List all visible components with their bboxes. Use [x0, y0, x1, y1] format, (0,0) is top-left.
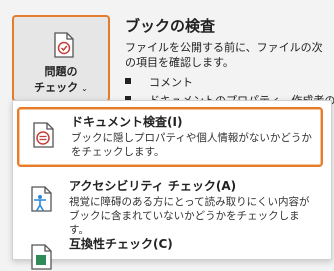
accessibility-icon — [31, 186, 52, 212]
menu-item-title: アクセシビリティ チェック(A) — [69, 179, 237, 193]
info-description: ファイルを公開する前に、ファイルの次の項目を確認します。 — [125, 41, 323, 69]
list-item: コメント — [149, 76, 193, 89]
check-for-issues-button[interactable]: 問題の チェック ⌄ — [12, 15, 110, 102]
menu-item-compatibility[interactable]: 互換性チェック(C) — [17, 231, 323, 270]
backstage-panel: 問題の チェック ⌄ ブックの検査 ファイルを公開する前に、ファイルの次の項目を確… — [0, 0, 334, 270]
menu-item-accessibility[interactable]: アクセシビリティ チェック(A) 視覚に障碍のある方にとって読み取りにくい内容が… — [17, 173, 323, 236]
page-title: ブックの検査 — [125, 17, 216, 35]
menu-item-inspect-document[interactable]: ドキュメント検査(I) ブックに隠しプロパティや個人情報がないかどうかをチェック… — [17, 107, 323, 167]
check-for-issues-menu: ドキュメント検査(I) ブックに隠しプロパティや個人情報がないかどうかをチェック… — [12, 100, 332, 270]
compatibility-icon — [31, 244, 52, 270]
check-button-label-2: チェック ⌄ — [34, 81, 88, 94]
check-button-label-1: 問題の — [44, 65, 78, 78]
chevron-down-icon: ⌄ — [81, 84, 88, 93]
menu-item-title: ドキュメント検査(I) — [71, 115, 183, 129]
document-check-icon — [54, 32, 74, 58]
menu-item-title: 互換性チェック(C) — [69, 237, 173, 251]
bullet-icon — [125, 78, 131, 84]
inspect-document-icon — [33, 122, 54, 148]
menu-item-description: ブックに隠しプロパティや個人情報がないかどうかをチェックします。 — [71, 132, 312, 158]
